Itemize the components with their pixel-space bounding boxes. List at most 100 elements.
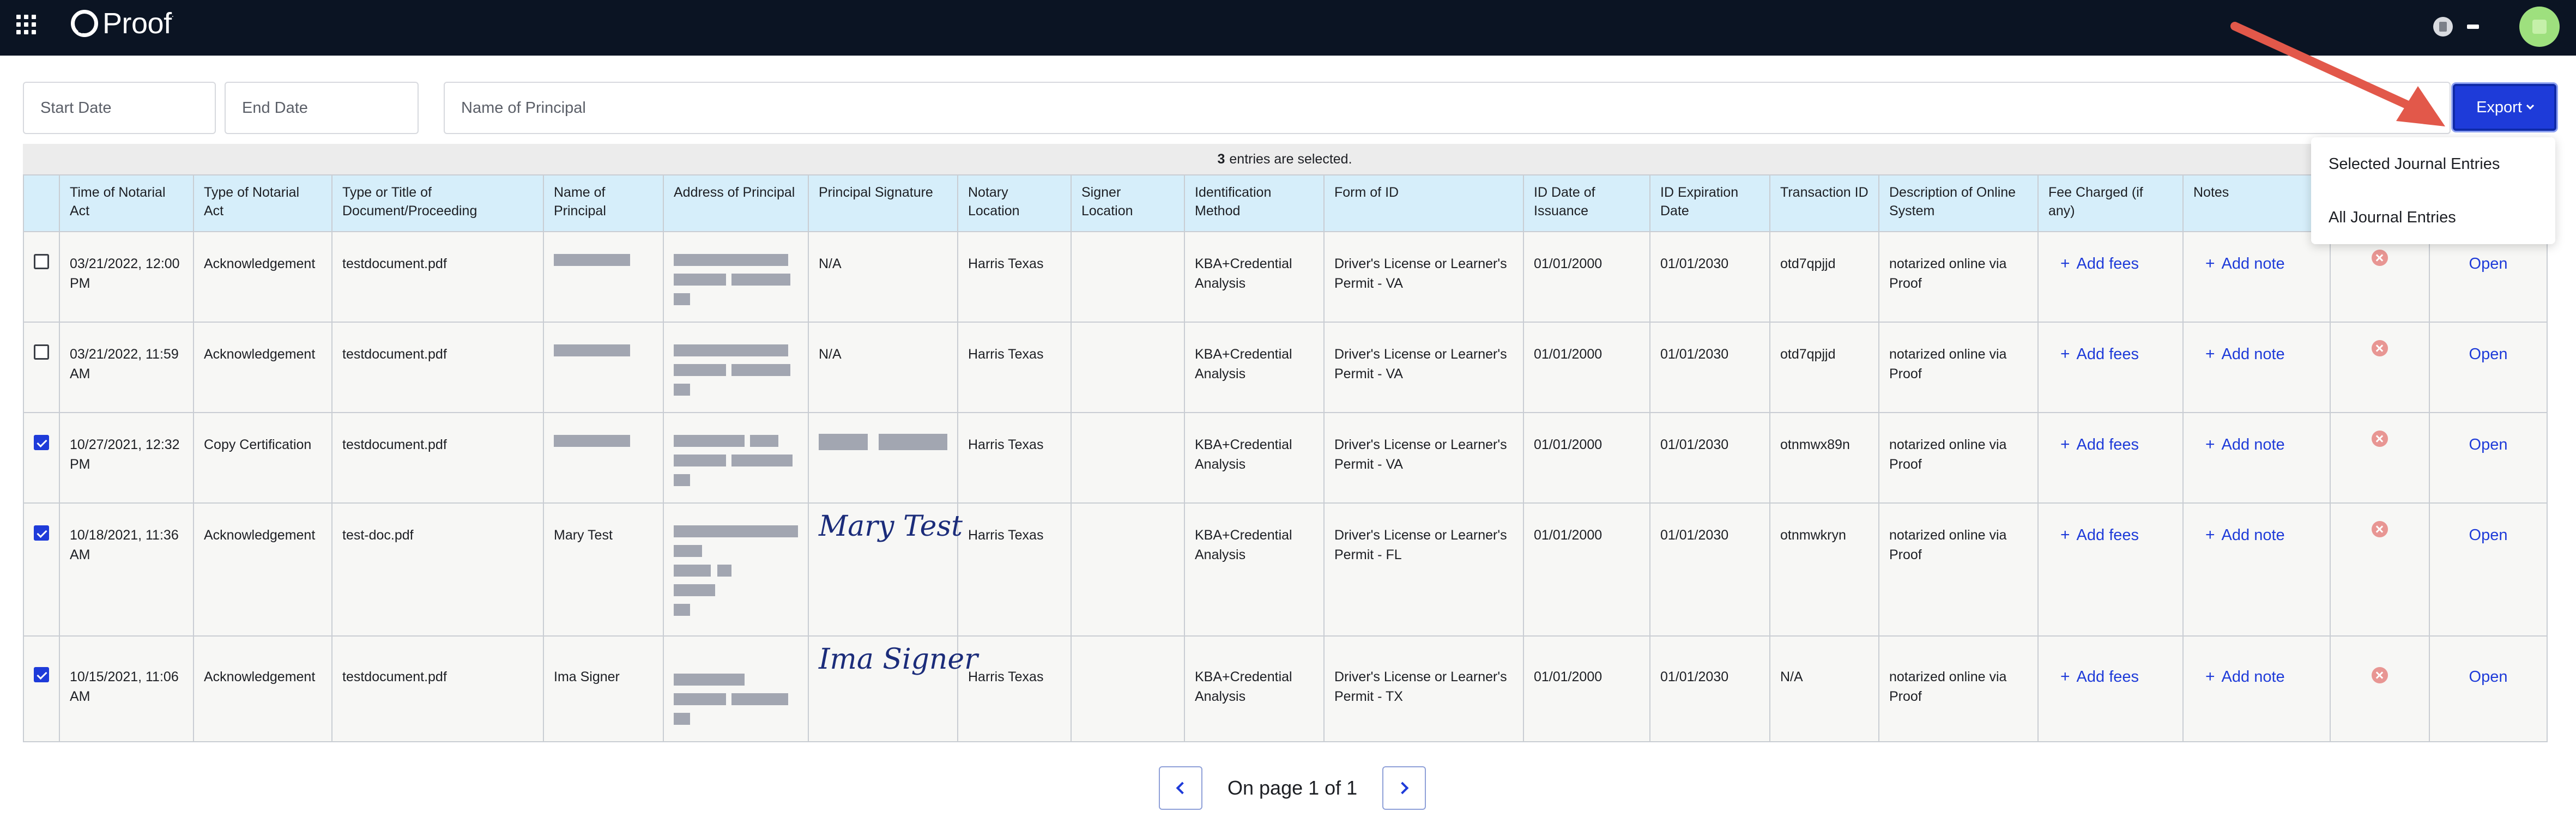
add-note-link[interactable]: + Add note xyxy=(2193,255,2285,272)
add-note-link[interactable]: + Add note xyxy=(2193,345,2285,363)
selected-count: 3 xyxy=(1217,151,1225,167)
open-link[interactable]: Open xyxy=(2440,667,2537,687)
avatar[interactable] xyxy=(2519,7,2560,47)
cell-online-system: notarized online via Proof xyxy=(1878,635,2039,742)
cell-type: Acknowledgement xyxy=(193,231,332,323)
add-fees-link[interactable]: + Add fees xyxy=(2048,526,2139,544)
header-notary-location[interactable]: Notary Location xyxy=(957,174,1072,232)
cell-time: 03/21/2022, 12:00 PM xyxy=(59,231,194,323)
plus-icon: + xyxy=(2205,526,2215,544)
cell-type: Acknowledgement xyxy=(193,635,332,742)
cell-type: Acknowledgement xyxy=(193,322,332,413)
menu-item-all-entries[interactable]: All Journal Entries xyxy=(2311,191,2555,244)
cell-id-method: KBA+Credential Analysis xyxy=(1184,412,1325,504)
export-button[interactable]: Export xyxy=(2453,84,2556,131)
header-type[interactable]: Type of Notarial Act xyxy=(193,174,332,232)
row-checkbox[interactable] xyxy=(34,254,49,269)
cell-address xyxy=(663,231,809,323)
end-date-input[interactable] xyxy=(225,82,419,134)
cell-type: Copy Certification xyxy=(193,412,332,504)
cell-fee: + Add fees xyxy=(2037,635,2184,742)
proof-logo[interactable]: Proof. xyxy=(71,4,174,43)
cell-online-system: notarized online via Proof xyxy=(1878,231,2039,323)
cell-fee: + Add fees xyxy=(2037,231,2184,323)
add-note-link[interactable]: + Add note xyxy=(2193,668,2285,686)
header-online-system[interactable]: Description of Online System xyxy=(1878,174,2039,232)
add-fees-link[interactable]: + Add fees xyxy=(2048,435,2139,453)
cell-transaction-id: N/A xyxy=(1769,635,1879,742)
cell-id-method: KBA+Credential Analysis xyxy=(1184,635,1325,742)
cell-name xyxy=(543,322,664,413)
plus-icon: + xyxy=(2060,345,2070,363)
open-link[interactable]: Open xyxy=(2440,525,2537,545)
delete-entry-icon[interactable] xyxy=(2372,431,2388,447)
add-fees-link[interactable]: + Add fees xyxy=(2048,668,2139,686)
add-note-link[interactable]: + Add note xyxy=(2193,435,2285,453)
delete-entry-icon[interactable] xyxy=(2372,667,2388,683)
cell-notary-location: Harris Texas xyxy=(957,231,1072,323)
cell-fee: + Add fees xyxy=(2037,502,2184,637)
cell-id-method: KBA+Credential Analysis xyxy=(1184,502,1325,637)
cell-time: 10/27/2021, 12:32 PM xyxy=(59,412,194,504)
principal-name-input[interactable] xyxy=(444,82,2451,134)
cell-form-of-id: Driver's License or Learner's Permit - T… xyxy=(1323,635,1524,742)
cell-id-expires: 01/01/2030 xyxy=(1649,635,1770,742)
start-date-input[interactable] xyxy=(23,82,216,134)
add-note-link[interactable]: + Add note xyxy=(2193,526,2285,544)
header-notes[interactable]: Notes xyxy=(2182,174,2331,232)
cell-signature: Mary Test xyxy=(808,502,963,637)
header-address[interactable]: Address of Principal xyxy=(663,174,809,232)
app-grid-icon[interactable] xyxy=(16,15,36,34)
redacted-name xyxy=(554,254,630,266)
header-select xyxy=(23,174,60,232)
selected-text: entries are selected. xyxy=(1229,151,1352,167)
plus-icon: + xyxy=(2205,435,2215,453)
header-id-method[interactable]: Identification Method xyxy=(1184,174,1325,232)
delete-entry-icon[interactable] xyxy=(2372,250,2388,266)
cell-type: Acknowledgement xyxy=(193,502,332,637)
open-link[interactable]: Open xyxy=(2440,435,2537,455)
next-page-button[interactable] xyxy=(1382,766,1426,810)
plus-icon: + xyxy=(2205,255,2215,272)
cell-signer-location xyxy=(1071,502,1185,637)
plus-icon: + xyxy=(2060,668,2070,686)
cell-document: testdocument.pdf xyxy=(331,322,544,413)
delete-entry-icon[interactable] xyxy=(2372,521,2388,537)
row-checkbox[interactable] xyxy=(34,667,49,682)
cell-signature: Ima Signer xyxy=(808,635,978,742)
header-name[interactable]: Name of Principal xyxy=(543,174,664,232)
cell-online-system: notarized online via Proof xyxy=(1878,322,2039,413)
header-id-expires[interactable]: ID Expiration Date xyxy=(1649,174,1770,232)
delete-entry-icon[interactable] xyxy=(2372,340,2388,356)
header-form-of-id[interactable]: Form of ID xyxy=(1323,174,1524,232)
cell-name: Mary Test xyxy=(543,502,664,637)
logo-text: Proof. xyxy=(102,7,174,40)
header-time[interactable]: Time of Notarial Act xyxy=(59,174,194,232)
cell-id-expires: 01/01/2030 xyxy=(1649,412,1770,504)
header-signer-location[interactable]: Signer Location xyxy=(1071,174,1185,232)
header-transaction-id[interactable]: Transaction ID xyxy=(1769,174,1879,232)
header-fee[interactable]: Fee Charged (if any) xyxy=(2037,174,2184,232)
cell-signature: N/A xyxy=(808,322,958,413)
cell-id-expires: 01/01/2030 xyxy=(1649,322,1770,413)
header-document[interactable]: Type or Title of Document/Proceeding xyxy=(331,174,544,232)
row-checkbox[interactable] xyxy=(34,435,49,450)
cell-form-of-id: Driver's License or Learner's Permit - V… xyxy=(1323,412,1524,504)
cell-signature: N/A xyxy=(808,231,958,323)
add-fees-link[interactable]: + Add fees xyxy=(2048,255,2139,272)
cell-signer-location xyxy=(1071,322,1185,413)
header-id-issued[interactable]: ID Date of Issuance xyxy=(1523,174,1650,232)
cell-online-system: notarized online via Proof xyxy=(1878,502,2039,637)
cell-address xyxy=(663,502,809,637)
plus-icon: + xyxy=(2205,668,2215,686)
row-checkbox[interactable] xyxy=(34,525,49,541)
add-fees-link[interactable]: + Add fees xyxy=(2048,345,2139,363)
header-signature[interactable]: Principal Signature xyxy=(808,174,958,232)
row-checkbox[interactable] xyxy=(34,344,49,360)
previous-page-button[interactable] xyxy=(1159,766,1202,810)
open-link[interactable]: Open xyxy=(2440,344,2537,364)
cell-transaction-id: otnmwx89n xyxy=(1769,412,1879,504)
open-link[interactable]: Open xyxy=(2440,254,2537,274)
cell-open: Open xyxy=(2429,412,2548,504)
menu-item-selected-entries[interactable]: Selected Journal Entries xyxy=(2311,137,2555,191)
